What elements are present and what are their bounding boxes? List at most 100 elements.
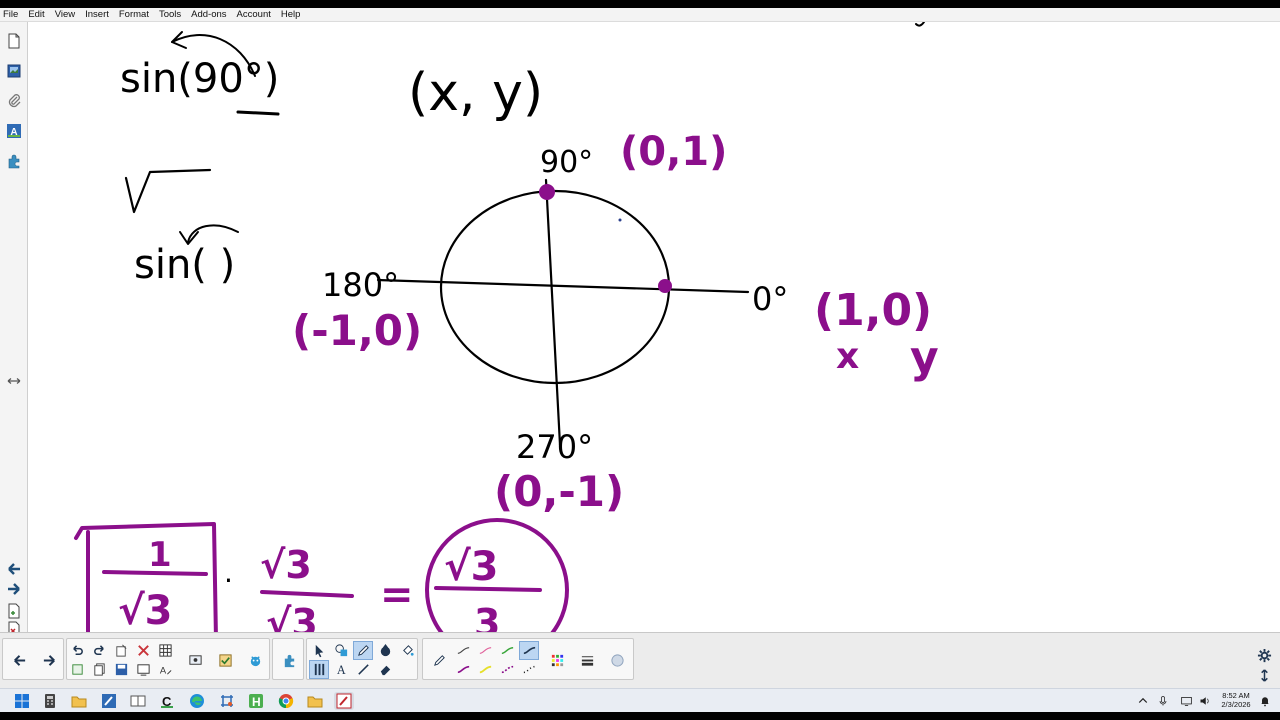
folder-app[interactable]	[305, 692, 325, 710]
notebook-icon	[102, 694, 116, 708]
chrome-browser-app[interactable]	[276, 692, 296, 710]
pen-style-4[interactable]	[519, 641, 539, 660]
calculator-app[interactable]	[40, 692, 60, 710]
pen-stroke-pink-icon	[479, 647, 491, 654]
pt270-label: (0,-1)	[494, 467, 624, 516]
system-clock[interactable]: 8:52 AM 2/3/2026	[1216, 691, 1256, 709]
notebook-app-2[interactable]	[128, 692, 148, 710]
properties-tab[interactable]: A	[4, 120, 24, 142]
redo-button[interactable]	[89, 641, 109, 660]
deg0-label: 0°	[752, 280, 788, 318]
pen-stroke-black-icon	[457, 647, 469, 654]
save-button[interactable]	[111, 660, 131, 679]
next-page-side-button[interactable]	[4, 578, 24, 600]
previous-page-button[interactable]	[9, 651, 29, 670]
pen-type-button[interactable]	[429, 651, 449, 670]
y-axis-line	[544, 178, 562, 447]
pen-style-5[interactable]	[453, 660, 473, 679]
pen-style-8[interactable]	[519, 660, 539, 679]
previous-page-side-button[interactable]	[4, 558, 24, 580]
line-thickness-button[interactable]	[577, 651, 597, 670]
frac2-numerator: √3	[260, 543, 312, 587]
response-button[interactable]	[215, 651, 235, 670]
smart-notebook-app[interactable]	[334, 692, 354, 710]
clear-page-button[interactable]	[111, 641, 131, 660]
menu-help[interactable]: Help	[281, 9, 301, 20]
menu-insert[interactable]: Insert	[85, 9, 109, 20]
resize-handle[interactable]	[4, 370, 24, 392]
text-format-button[interactable]: A	[155, 660, 175, 679]
settings-button[interactable]	[1254, 646, 1274, 665]
add-ons-icon	[284, 654, 294, 668]
fill-effect-button[interactable]	[607, 651, 627, 670]
pens-settings-tool[interactable]	[309, 660, 329, 679]
next-page-button[interactable]	[39, 651, 59, 670]
undo-button[interactable]	[67, 641, 87, 660]
menu-format[interactable]: Format	[119, 9, 149, 20]
file-explorer-app[interactable]	[69, 692, 89, 710]
menu-file[interactable]: File	[3, 9, 18, 20]
pen-style-7[interactable]	[497, 660, 517, 679]
lines-tool[interactable]	[353, 660, 373, 679]
menu-view[interactable]: View	[55, 9, 75, 20]
screen-shade-button[interactable]	[133, 660, 153, 679]
shape-recognition-tool[interactable]	[331, 641, 351, 660]
show-hidden-icons[interactable]	[1136, 693, 1150, 709]
eraser-tool[interactable]	[375, 660, 395, 679]
fill-tool[interactable]	[397, 641, 417, 660]
document-camera-button[interactable]	[185, 651, 205, 670]
pen-tool[interactable]	[353, 641, 373, 660]
color-palette-button[interactable]	[547, 651, 567, 670]
h-app[interactable]: H	[246, 692, 266, 710]
svg-text:H: H	[252, 695, 261, 709]
double-arrow-horizontal-icon	[7, 378, 21, 384]
pen-style-3[interactable]	[497, 641, 517, 660]
snipping-app[interactable]	[217, 692, 237, 710]
deg90-label: 90°	[540, 145, 593, 180]
classroom-app[interactable]: C	[157, 692, 177, 710]
menu-edit[interactable]: Edit	[28, 9, 44, 20]
shapes-tool[interactable]	[375, 641, 395, 660]
speaker-icon	[1200, 697, 1209, 705]
notebook-open-icon	[130, 695, 146, 707]
menu-tools[interactable]: Tools	[159, 9, 181, 20]
stray-mark	[915, 22, 925, 27]
add-ons-tab[interactable]	[4, 150, 24, 172]
snip-icon	[221, 695, 233, 707]
text-tool[interactable]: A	[331, 660, 351, 679]
pen-style-2[interactable]	[475, 641, 495, 660]
edge-browser-app[interactable]	[187, 692, 207, 710]
add-ons-button[interactable]	[279, 651, 299, 670]
equals-sign: =	[380, 572, 414, 618]
gallery-tab[interactable]	[4, 60, 24, 82]
windows-logo-icon	[15, 694, 29, 708]
add-ons-group	[272, 638, 304, 680]
microphone-tray[interactable]	[1156, 693, 1170, 709]
lab-activities-button[interactable]	[245, 651, 265, 670]
whiteboard-canvas[interactable]: sin(90°) (x, y) sin( ) 90° (0,1) 180° (-…	[28, 22, 1280, 632]
gallery-icon	[7, 64, 21, 78]
select-tool[interactable]	[309, 641, 329, 660]
notebook-app-1[interactable]	[99, 692, 119, 710]
color-grid-icon	[551, 654, 563, 667]
arrow-left-icon	[8, 563, 20, 575]
capture-button[interactable]	[67, 660, 87, 679]
copy-page-button[interactable]	[89, 660, 109, 679]
delete-button[interactable]	[133, 641, 153, 660]
attachments-tab[interactable]	[4, 90, 24, 112]
pen-style-6[interactable]	[475, 660, 495, 679]
svg-text:A: A	[159, 665, 166, 675]
notifications-tray[interactable]	[1258, 693, 1272, 709]
folder-icon	[71, 696, 87, 708]
page-sorter-tab[interactable]	[4, 30, 24, 52]
network-tray[interactable]	[1178, 693, 1194, 709]
shapes-icon	[380, 643, 390, 657]
menu-add-ons[interactable]: Add-ons	[191, 9, 226, 20]
toolbar-position-button[interactable]	[1254, 666, 1274, 685]
table-button[interactable]	[155, 641, 175, 660]
fill-effect-icon	[610, 654, 624, 667]
menu-account[interactable]: Account	[237, 9, 271, 20]
volume-tray[interactable]	[1198, 693, 1212, 709]
pen-style-1[interactable]	[453, 641, 473, 660]
start-button[interactable]	[12, 692, 32, 710]
